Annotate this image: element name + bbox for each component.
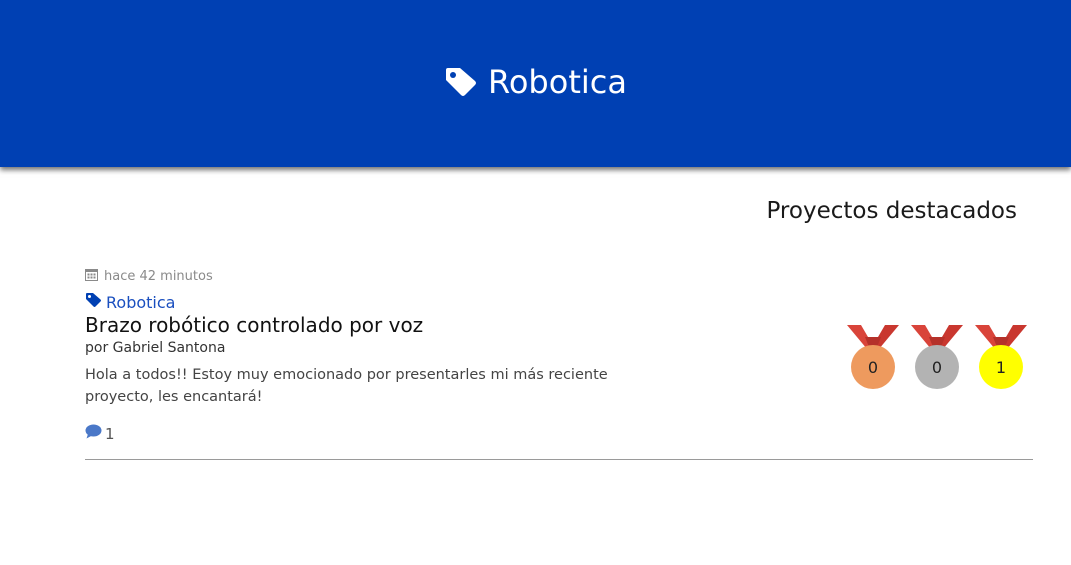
post-author: por Gabriel Santona [85, 340, 226, 356]
banner-title-text: Robotica [488, 63, 627, 101]
header-banner: Robotica [0, 0, 1071, 167]
comments-count: 1 [105, 424, 115, 443]
post-date-text: hace 42 minutos [104, 269, 213, 284]
post-tag-link[interactable]: Robotica [85, 292, 175, 312]
comments-link[interactable]: 1 [85, 424, 115, 443]
comment-icon [85, 424, 102, 443]
post-date: hace 42 minutos [85, 268, 213, 285]
post-excerpt: Hola a todos!! Estoy muy emocionado por … [85, 367, 608, 405]
calendar-icon [85, 268, 98, 285]
silver-medal-count: 0 [915, 345, 959, 389]
tag-icon [444, 66, 478, 98]
gold-medal-count: 1 [979, 345, 1023, 389]
banner-title: Robotica [0, 62, 1071, 102]
post-title[interactable]: Brazo robótico controlado por voz [85, 313, 423, 337]
post-divider [85, 459, 1033, 460]
bronze-medal: 0 [845, 323, 901, 391]
tag-icon [85, 292, 102, 312]
bronze-medal-count: 0 [851, 345, 895, 389]
post-tag-label: Robotica [106, 292, 176, 312]
featured-projects-heading: Proyectos destacados [766, 198, 1017, 224]
silver-medal: 0 [909, 323, 965, 391]
gold-medal: 1 [973, 323, 1029, 391]
